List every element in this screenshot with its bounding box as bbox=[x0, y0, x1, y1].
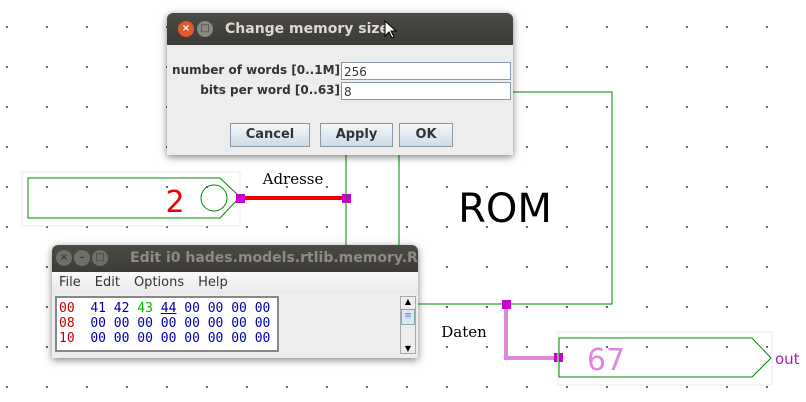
input-connector-circle bbox=[200, 184, 228, 212]
hex-cell[interactable]: 00 bbox=[161, 316, 177, 331]
scroll-thumb[interactable]: ≡ bbox=[401, 309, 415, 325]
hex-address: 08 bbox=[59, 316, 75, 331]
hex-row: 10 00 00 00 00 00 00 00 00 bbox=[59, 331, 275, 346]
data-bus bbox=[504, 305, 557, 360]
hex-cell[interactable]: 00 bbox=[231, 301, 247, 316]
input-value: 2 bbox=[165, 185, 184, 220]
hex-cell[interactable]: 42 bbox=[114, 301, 130, 316]
input-switch[interactable] bbox=[27, 177, 241, 219]
mouse-cursor-icon bbox=[384, 20, 398, 39]
rom-label: ROM bbox=[458, 186, 552, 232]
hex-cell[interactable]: 00 bbox=[184, 301, 200, 316]
words-input[interactable]: 256 bbox=[341, 62, 511, 80]
hex-cell[interactable]: 00 bbox=[208, 301, 224, 316]
hex-cell[interactable]: 00 bbox=[255, 301, 271, 316]
data-label: Daten bbox=[441, 323, 487, 341]
close-icon[interactable]: × bbox=[56, 250, 72, 266]
bits-input[interactable]: 8 bbox=[341, 82, 511, 100]
hex-cell[interactable]: 00 bbox=[208, 331, 224, 346]
scroll-up-icon[interactable]: ▲ bbox=[401, 297, 415, 309]
hex-cell[interactable]: 00 bbox=[137, 331, 153, 346]
hex-cell[interactable]: 00 bbox=[231, 316, 247, 331]
memory-editor-window: × – □ Edit i0 hades.models.rtlib.memory.… bbox=[52, 245, 418, 358]
menu-help[interactable]: Help bbox=[198, 275, 228, 290]
pin bbox=[236, 194, 245, 203]
hex-cell[interactable]: 00 bbox=[114, 331, 130, 346]
pin bbox=[502, 300, 511, 309]
hex-cell[interactable]: 00 bbox=[137, 316, 153, 331]
dialog-titlebar[interactable]: × □ Change memory size bbox=[167, 13, 513, 45]
hex-cell[interactable]: 00 bbox=[114, 316, 130, 331]
hex-address: 10 bbox=[59, 331, 75, 346]
minimize-icon[interactable]: – bbox=[74, 250, 90, 266]
cancel-button[interactable]: Cancel bbox=[230, 123, 310, 147]
hex-row: 08 00 00 00 00 00 00 00 00 bbox=[59, 316, 275, 331]
hex-cell[interactable]: 44 bbox=[161, 301, 177, 316]
ok-button[interactable]: OK bbox=[399, 123, 453, 147]
output-name: out bbox=[775, 350, 800, 368]
hex-cell[interactable]: 00 bbox=[90, 316, 106, 331]
hex-cell[interactable]: 00 bbox=[208, 316, 224, 331]
editor-titlebar[interactable]: × – □ Edit i0 hades.models.rtlib.memory.… bbox=[52, 245, 418, 272]
hex-cell[interactable]: 00 bbox=[231, 331, 247, 346]
change-memory-dialog: × □ Change memory size number of words [… bbox=[167, 13, 513, 155]
hex-row: 00 41 42 43 44 00 00 00 00 bbox=[59, 301, 275, 316]
scroll-down-icon[interactable]: ▼ bbox=[401, 344, 415, 353]
hex-cell[interactable]: 00 bbox=[90, 331, 106, 346]
menu-bar: File Edit Options Help bbox=[52, 272, 418, 294]
close-icon[interactable]: × bbox=[178, 21, 194, 37]
output-value: 67 bbox=[587, 343, 625, 378]
hex-cell[interactable]: 43 bbox=[137, 301, 153, 316]
words-label: number of words [0..1M] bbox=[172, 63, 340, 77]
menu-edit[interactable]: Edit bbox=[95, 275, 120, 290]
maximize-icon[interactable]: □ bbox=[197, 21, 213, 37]
hex-cell[interactable]: 00 bbox=[184, 331, 200, 346]
editor-title: Edit i0 hades.models.rtlib.memory.RO bbox=[130, 250, 418, 266]
hex-cell[interactable]: 00 bbox=[255, 331, 271, 346]
address-label: Adresse bbox=[262, 170, 324, 188]
menu-options[interactable]: Options bbox=[134, 275, 184, 290]
maximize-icon[interactable]: □ bbox=[92, 250, 108, 266]
bits-label: bits per word [0..63] bbox=[200, 83, 340, 97]
hex-cell[interactable]: 00 bbox=[255, 316, 271, 331]
hex-table[interactable]: 00 41 42 43 44 00 00 00 00 08 00 00 00 00… bbox=[55, 296, 279, 352]
apply-button[interactable]: Apply bbox=[320, 123, 393, 147]
hex-address: 00 bbox=[59, 301, 75, 316]
hex-cell[interactable]: 00 bbox=[184, 316, 200, 331]
vertical-scrollbar[interactable]: ▲ ≡ ▼ bbox=[400, 296, 416, 354]
menu-file[interactable]: File bbox=[59, 275, 81, 290]
hex-cell[interactable]: 00 bbox=[161, 331, 177, 346]
dialog-title: Change memory size bbox=[225, 21, 390, 37]
hex-cell[interactable]: 41 bbox=[90, 301, 106, 316]
